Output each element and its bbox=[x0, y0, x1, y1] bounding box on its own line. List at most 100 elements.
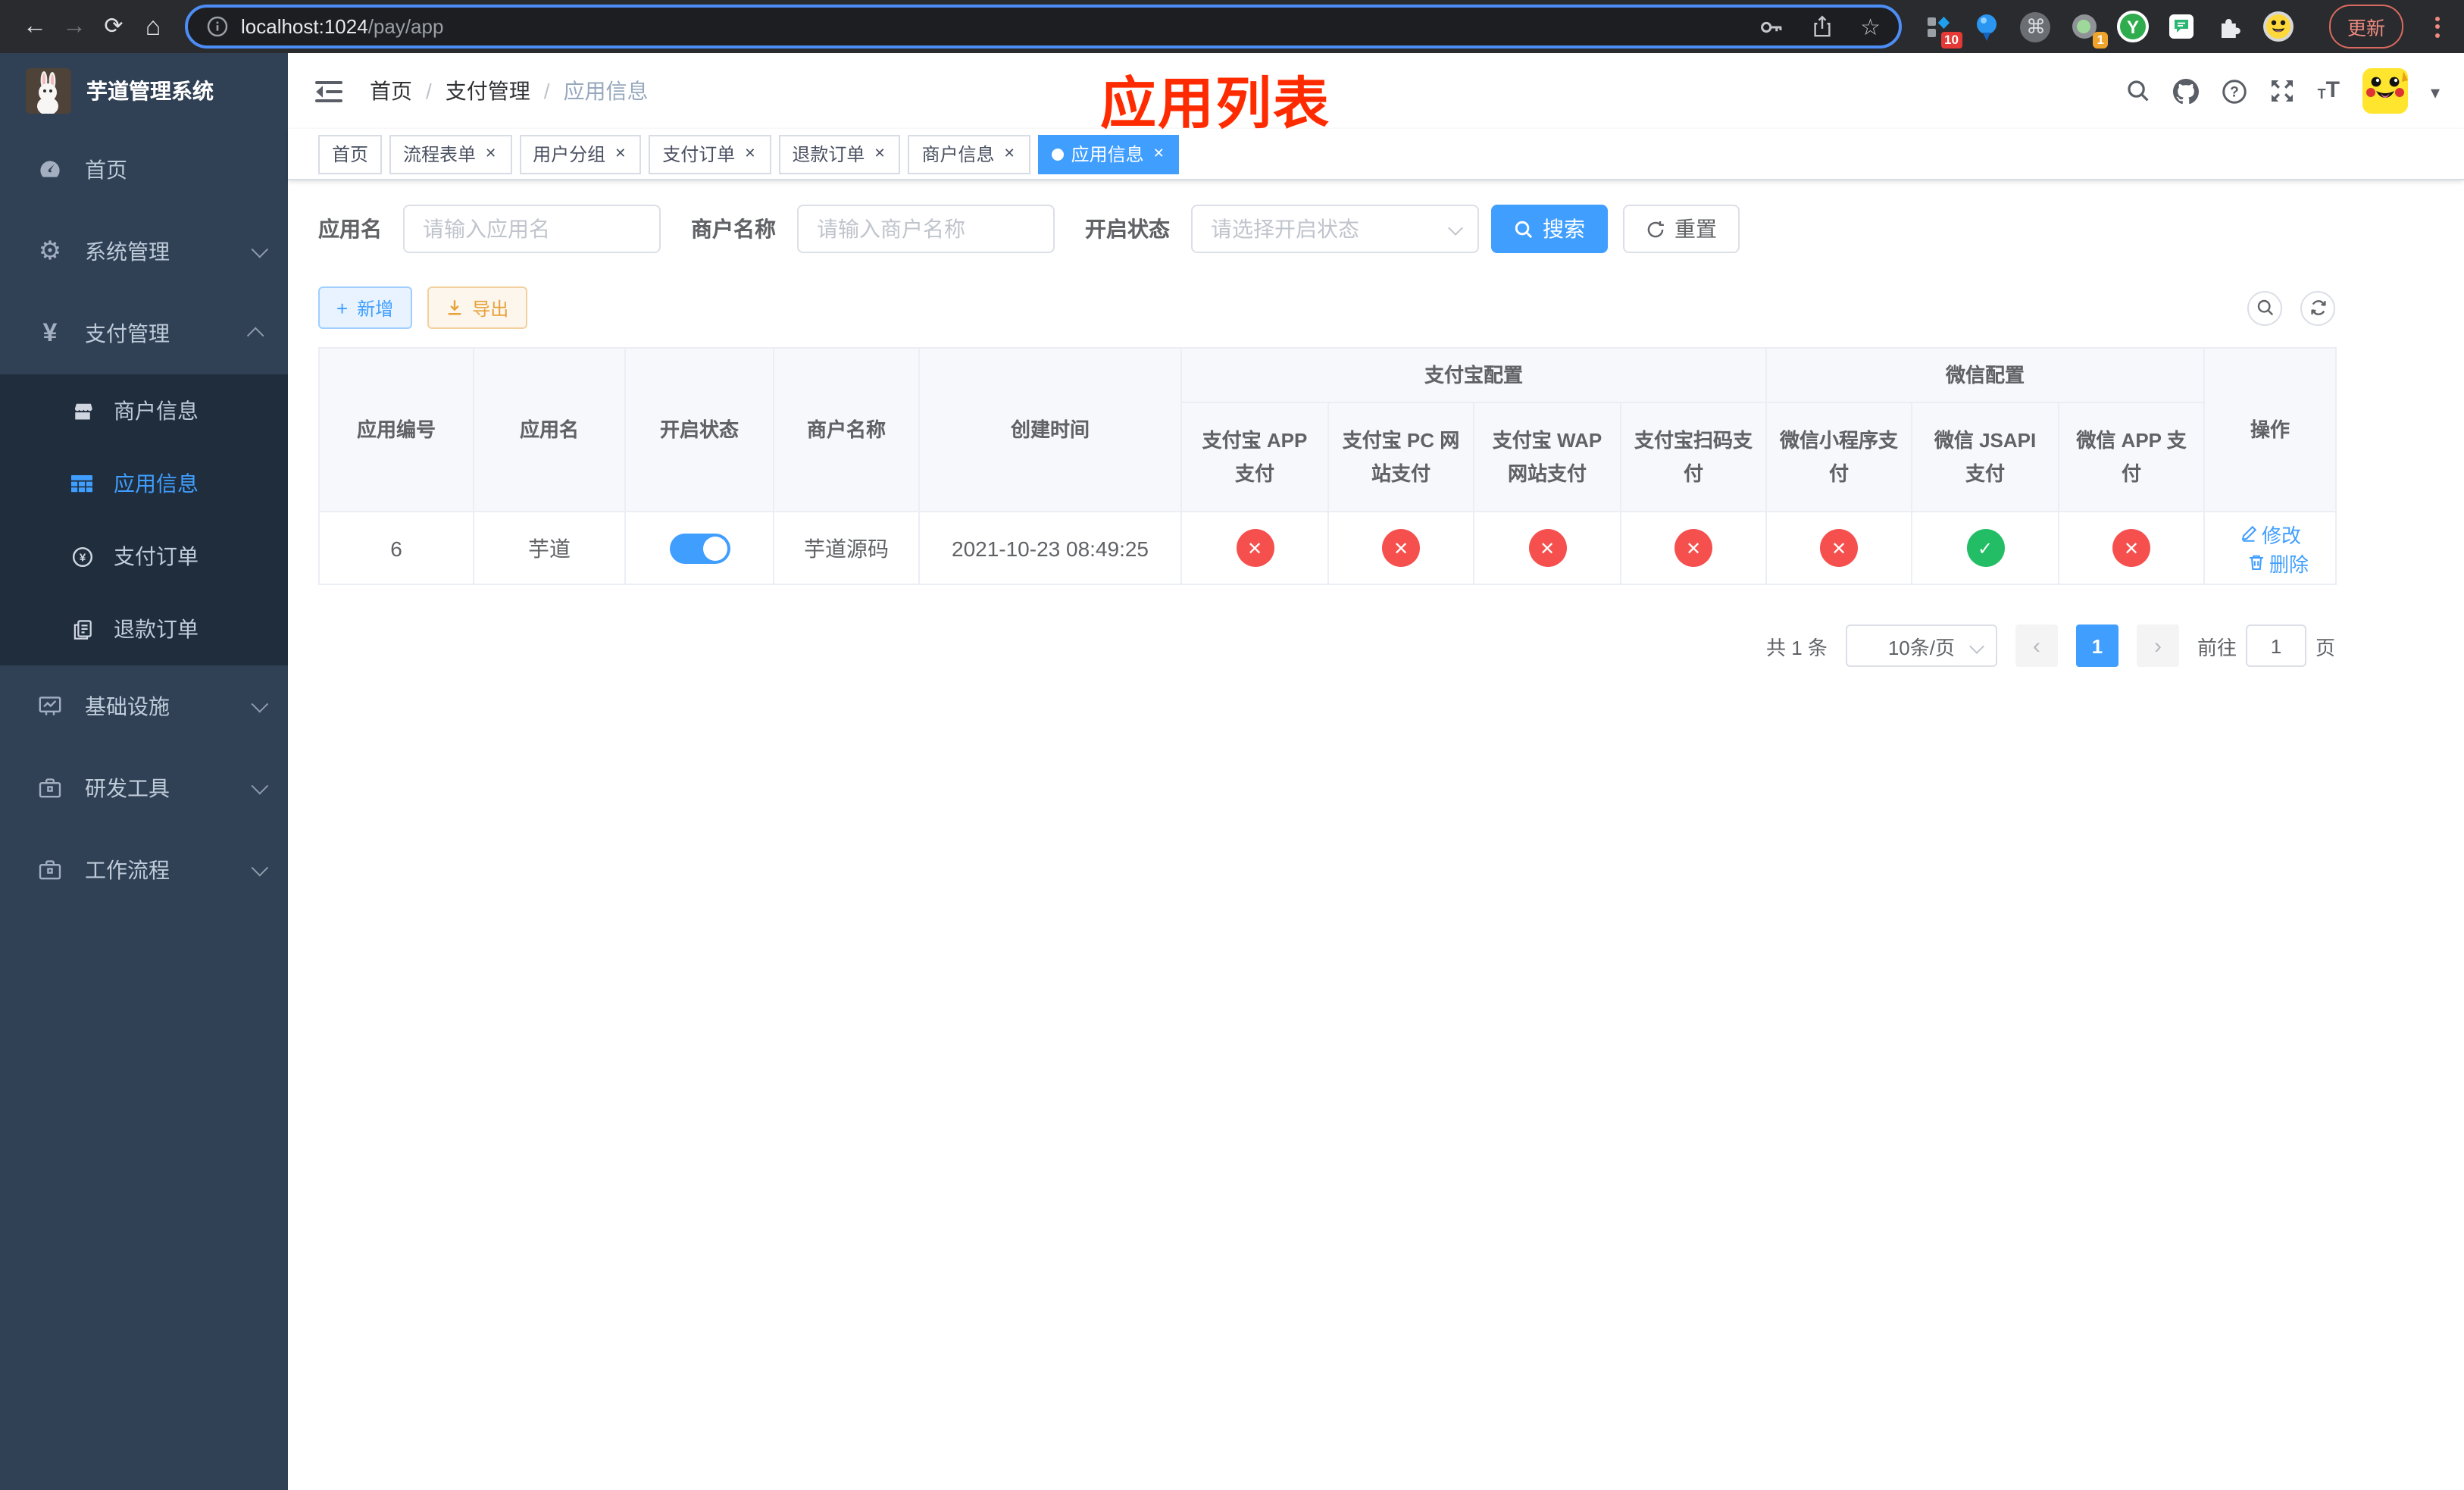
col-header-status: 开启状态 bbox=[624, 347, 774, 512]
tab-user-group[interactable]: 用户分组 bbox=[519, 134, 642, 174]
sidebar-item-merchant-info[interactable]: 商户信息 bbox=[0, 374, 288, 447]
close-icon[interactable] bbox=[613, 146, 627, 162]
site-info-icon[interactable] bbox=[206, 15, 229, 38]
next-page-button[interactable] bbox=[2136, 624, 2179, 667]
delete-button[interactable]: 删除 bbox=[2247, 548, 2309, 577]
sidebar-item-payment[interactable]: 支付管理 bbox=[0, 293, 288, 374]
status-toggle[interactable] bbox=[669, 533, 730, 563]
bookmark-star-icon[interactable] bbox=[1860, 13, 1881, 40]
browser-back-icon[interactable] bbox=[15, 13, 55, 40]
add-button[interactable]: 新增 bbox=[318, 286, 412, 329]
cell-app-id: 6 bbox=[318, 511, 474, 585]
password-key-icon[interactable] bbox=[1759, 14, 1783, 39]
github-icon[interactable] bbox=[2173, 78, 2200, 104]
sidebar-item-workflow[interactable]: 工作流程 bbox=[0, 829, 288, 911]
chevron-down-icon bbox=[251, 695, 269, 713]
prev-page-button[interactable] bbox=[2015, 624, 2058, 667]
col-header-app-name: 应用名 bbox=[473, 347, 626, 512]
refresh-icon bbox=[2310, 300, 2325, 315]
address-bar[interactable]: localhost:1024/pay/app bbox=[185, 5, 1902, 49]
breadcrumb-payment[interactable]: 支付管理 bbox=[446, 76, 530, 106]
extensions-puzzle-icon[interactable] bbox=[2214, 11, 2246, 42]
search-icon[interactable] bbox=[2127, 79, 2151, 103]
extension-recorder-icon[interactable]: 1 bbox=[2068, 11, 2108, 49]
sidebar-logo[interactable]: 芋道管理系统 bbox=[0, 53, 288, 129]
sidebar-item-pay-order[interactable]: ¥ 支付订单 bbox=[0, 520, 288, 593]
refresh-table-button[interactable] bbox=[2300, 290, 2335, 325]
table-row: 6 芋道 芋道源码 2021-10-23 08:49:25 ✕ ✕ ✕ ✕ ✕ … bbox=[318, 511, 2337, 585]
alipay-pc-status-icon bbox=[1382, 529, 1420, 567]
extension-command-icon[interactable] bbox=[2020, 11, 2052, 42]
col-header-alipay-qr: 支付宝扫码支付 bbox=[1619, 402, 1768, 512]
sidebar-collapse-icon[interactable] bbox=[312, 74, 346, 108]
extension-vault-icon[interactable]: 10 bbox=[1923, 11, 1962, 49]
edit-button[interactable]: 修改 bbox=[2239, 519, 2301, 548]
merchant-name-input[interactable] bbox=[797, 205, 1055, 253]
fullscreen-icon[interactable] bbox=[2271, 79, 2295, 103]
share-icon[interactable] bbox=[1810, 15, 1833, 38]
sidebar-item-label: 支付管理 bbox=[85, 321, 170, 346]
sidebar-menu: 首页 系统管理 支付管理 商户信息 bbox=[0, 129, 288, 911]
status-select[interactable] bbox=[1191, 205, 1479, 253]
col-header-actions: 操作 bbox=[2203, 347, 2337, 512]
app-name-label: 应用名 bbox=[318, 217, 382, 241]
page-size-select[interactable]: 10条/页 bbox=[1845, 624, 1997, 667]
col-header-merchant: 商户名称 bbox=[773, 347, 920, 512]
app-table: 应用编号 应用名 开启状态 商户名称 创建时间 支付宝配置 微信配置 操作 支付… bbox=[318, 347, 2337, 585]
col-header-created: 创建时间 bbox=[918, 347, 1182, 512]
extension-chat-icon[interactable] bbox=[2165, 11, 2197, 42]
browser-menu-icon[interactable] bbox=[2435, 16, 2440, 37]
browser-forward-icon[interactable] bbox=[55, 13, 94, 40]
help-icon[interactable]: ? bbox=[2222, 78, 2248, 104]
breadcrumb-home[interactable]: 首页 bbox=[370, 76, 412, 106]
user-avatar[interactable] bbox=[2362, 68, 2408, 114]
pagination-total: 共 1 条 bbox=[1766, 636, 1828, 659]
sidebar-item-refund-order[interactable]: 退款订单 bbox=[0, 593, 288, 665]
tab-refund-order[interactable]: 退款订单 bbox=[778, 134, 901, 174]
browser-home-icon[interactable] bbox=[133, 11, 173, 42]
reset-button[interactable]: 重置 bbox=[1623, 205, 1740, 253]
close-icon[interactable] bbox=[1002, 146, 1017, 162]
sidebar-item-label: 系统管理 bbox=[85, 239, 170, 264]
close-icon[interactable] bbox=[872, 146, 886, 162]
search-button[interactable]: 搜索 bbox=[1491, 205, 1608, 253]
tab-app-info[interactable]: 应用信息 bbox=[1037, 134, 1180, 174]
avatar-caret-icon[interactable] bbox=[2431, 79, 2440, 103]
col-header-alipay-pc: 支付宝 PC 网站支付 bbox=[1327, 402, 1474, 512]
wechat-mini-status-icon bbox=[1820, 529, 1859, 567]
sidebar-item-app-info[interactable]: 应用信息 bbox=[0, 447, 288, 520]
goto-page-input[interactable] bbox=[2245, 624, 2306, 667]
sidebar-item-home[interactable]: 首页 bbox=[0, 129, 288, 211]
show-search-button[interactable] bbox=[2247, 290, 2282, 325]
tab-merchant-info[interactable]: 商户信息 bbox=[908, 134, 1030, 174]
extension-gem-icon[interactable] bbox=[1972, 11, 2003, 42]
col-header-wechat-mini: 微信小程序支付 bbox=[1765, 402, 1913, 512]
chevron-down-icon bbox=[251, 777, 269, 795]
close-icon[interactable] bbox=[1152, 146, 1166, 162]
sidebar-item-infrastructure[interactable]: 基础设施 bbox=[0, 665, 288, 747]
browser-reload-icon[interactable] bbox=[94, 12, 133, 41]
page-1-button[interactable]: 1 bbox=[2075, 624, 2118, 667]
chevron-down-icon bbox=[251, 240, 269, 258]
tab-process-form[interactable]: 流程表单 bbox=[389, 134, 512, 174]
status-select-input[interactable] bbox=[1191, 205, 1479, 253]
sidebar-item-dev-tools[interactable]: 研发工具 bbox=[0, 747, 288, 829]
page-content: 应用名 商户名称 开启状态 搜索 bbox=[288, 180, 2464, 1490]
sidebar-item-label: 研发工具 bbox=[85, 776, 170, 800]
export-button[interactable]: 导出 bbox=[427, 286, 527, 329]
extension-y-icon[interactable]: Y bbox=[2116, 11, 2149, 42]
search-icon bbox=[1515, 220, 1533, 238]
close-icon[interactable] bbox=[483, 146, 498, 162]
close-icon[interactable] bbox=[743, 146, 757, 162]
sidebar-item-system[interactable]: 系统管理 bbox=[0, 211, 288, 293]
tab-pay-order[interactable]: 支付订单 bbox=[649, 134, 771, 174]
breadcrumb-separator bbox=[426, 79, 432, 103]
tab-home[interactable]: 首页 bbox=[318, 134, 383, 174]
app-name-input[interactable] bbox=[403, 205, 661, 253]
browser-update-button[interactable]: 更新 bbox=[2328, 5, 2403, 49]
profile-avatar-icon[interactable] bbox=[2262, 11, 2294, 42]
col-header-wechat-jsapi: 微信 JSAPI 支付 bbox=[1911, 402, 2060, 512]
breadcrumb-current: 应用信息 bbox=[563, 79, 649, 103]
download-icon bbox=[447, 300, 461, 315]
font-size-icon[interactable] bbox=[2318, 80, 2340, 102]
